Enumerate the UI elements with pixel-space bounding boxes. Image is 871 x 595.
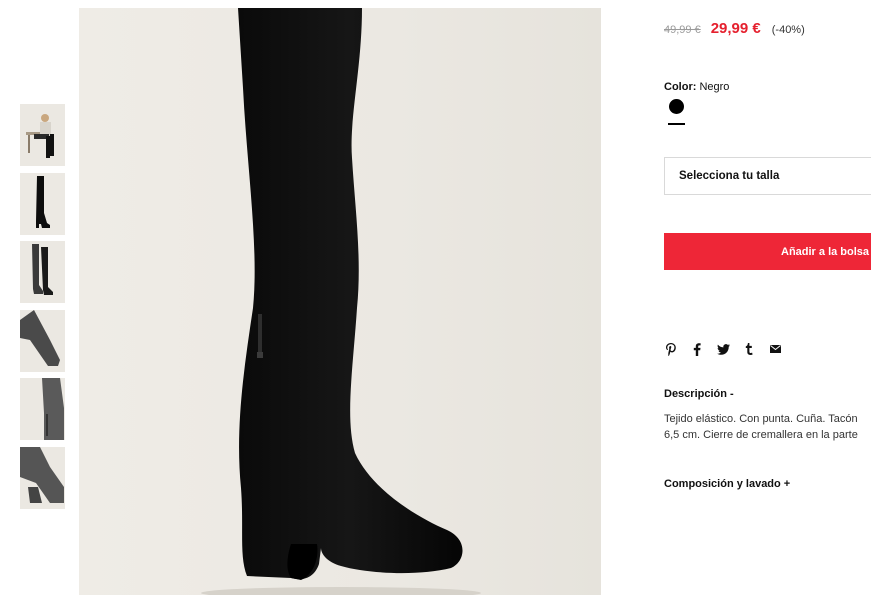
thumbnail-boot-shaft-detail[interactable]	[20, 378, 65, 440]
selected-swatch-indicator	[668, 123, 685, 125]
composition-toggle[interactable]: Composición y lavado +	[664, 478, 790, 490]
description-toggle[interactable]: Descripción -	[664, 388, 734, 400]
facebook-icon[interactable]	[690, 341, 704, 357]
tumblr-icon[interactable]	[742, 341, 756, 357]
old-price: 49,99 €	[664, 24, 701, 36]
color-label: Color:	[664, 81, 697, 93]
main-product-image[interactable]	[79, 8, 601, 595]
description-text: Tejido elástico. Con punta. Cuña. Tacón …	[664, 411, 871, 443]
color-label-row: Color: Negro	[664, 81, 729, 93]
thumbnail-model-seated[interactable]	[20, 104, 65, 166]
description-line-1: Tejido elástico. Con punta. Cuña. Tacón	[664, 413, 858, 425]
pinterest-icon[interactable]	[664, 341, 678, 357]
add-to-bag-label: Añadir a la bolsa	[781, 245, 870, 258]
thumbnail-boot-toe-detail[interactable]	[20, 309, 65, 372]
thumbnail-boot-pair[interactable]	[20, 241, 65, 303]
discount-badge: (-40%)	[771, 24, 805, 36]
size-select-placeholder: Selecciona tu talla	[679, 170, 780, 182]
email-icon[interactable]	[768, 341, 782, 357]
price-row: 49,99 € 29,99 € (-40%)	[664, 20, 805, 37]
sale-price: 29,99 €	[710, 20, 761, 37]
color-value: Negro	[699, 81, 730, 93]
description-line-2: 6,5 cm. Cierre de cremallera en la parte	[664, 429, 858, 441]
color-swatch-black[interactable]	[669, 99, 684, 114]
add-to-bag-button[interactable]: Añadir a la bolsa	[664, 233, 871, 270]
size-select[interactable]: Selecciona tu talla	[664, 157, 871, 195]
thumbnail-boot-heel-detail[interactable]	[20, 446, 65, 509]
share-icons	[664, 341, 794, 357]
twitter-icon[interactable]	[716, 341, 730, 357]
thumbnail-boot-full-side[interactable]	[20, 172, 65, 235]
thumbnail-gallery	[20, 104, 65, 515]
product-info: 49,99 € 29,99 € (-40%) Color: Negro Sele…	[664, 0, 871, 595]
